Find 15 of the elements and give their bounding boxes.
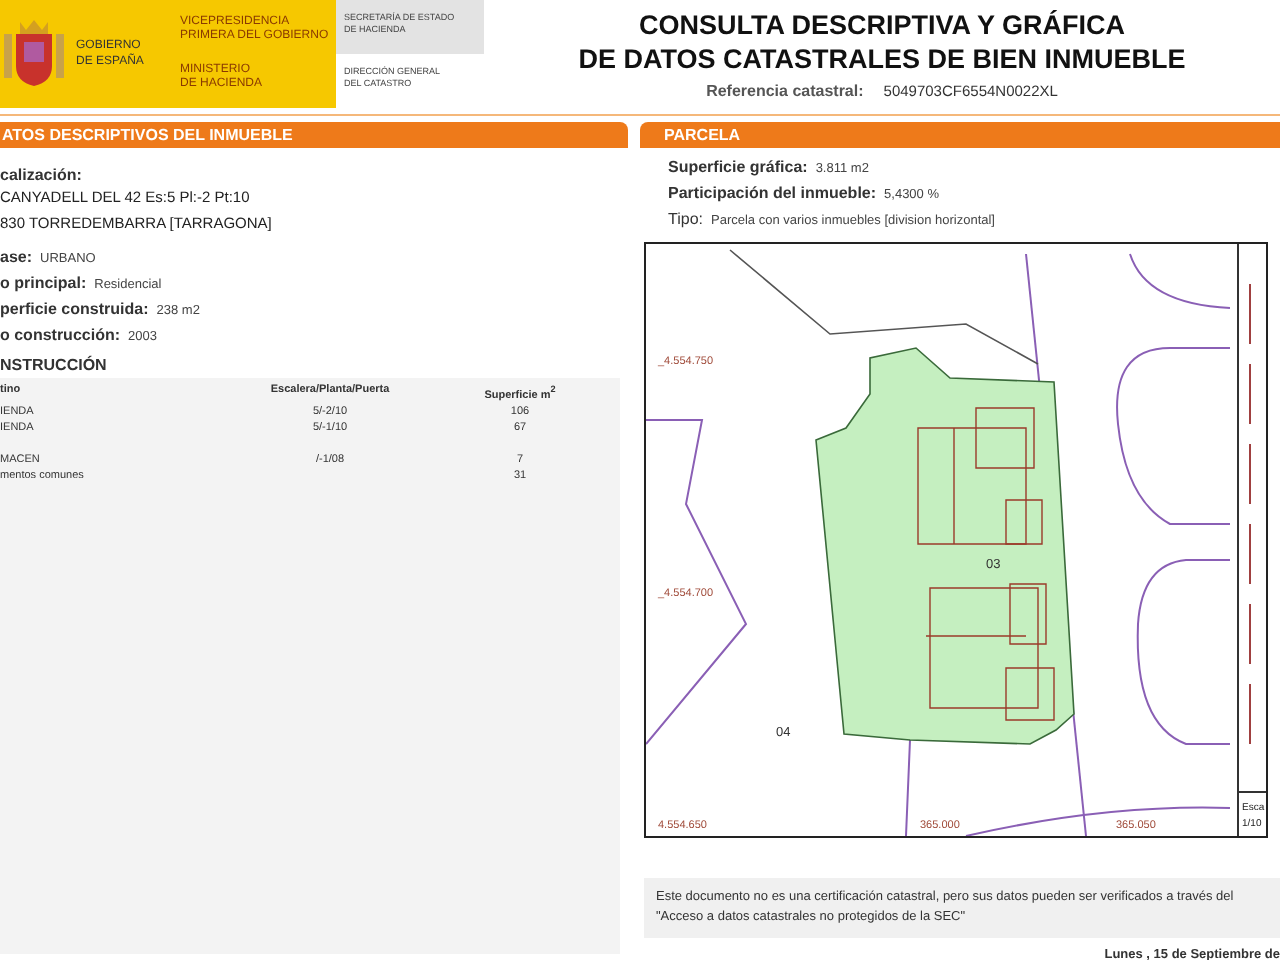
field-label: ase: (0, 246, 33, 270)
field-label: calización: (0, 166, 84, 184)
section-header: PARCELA (640, 122, 1280, 148)
field-label: Superficie gráfica: (668, 156, 808, 180)
field-label: Tipo: (668, 208, 703, 232)
coat-of-arms-icon (4, 18, 64, 90)
field-label: Participación del inmueble: (668, 182, 877, 206)
reference-label: Referencia catastral: (706, 82, 864, 100)
document-title: CONSULTA DESCRIPTIVA Y GRÁFICA (638, 8, 1125, 42)
section-title: NSTRUCCIÓN (0, 356, 109, 374)
document-title: DE DATOS CATASTRALES DE BIEN INMUEBLE (578, 42, 1186, 76)
field-label: perficie construida: (0, 298, 149, 322)
field-label: o principal: (0, 272, 87, 296)
section-header: ATOS DESCRIPTIVOS DEL INMUEBLE (0, 122, 628, 148)
field-label: o construcción: (0, 324, 121, 348)
